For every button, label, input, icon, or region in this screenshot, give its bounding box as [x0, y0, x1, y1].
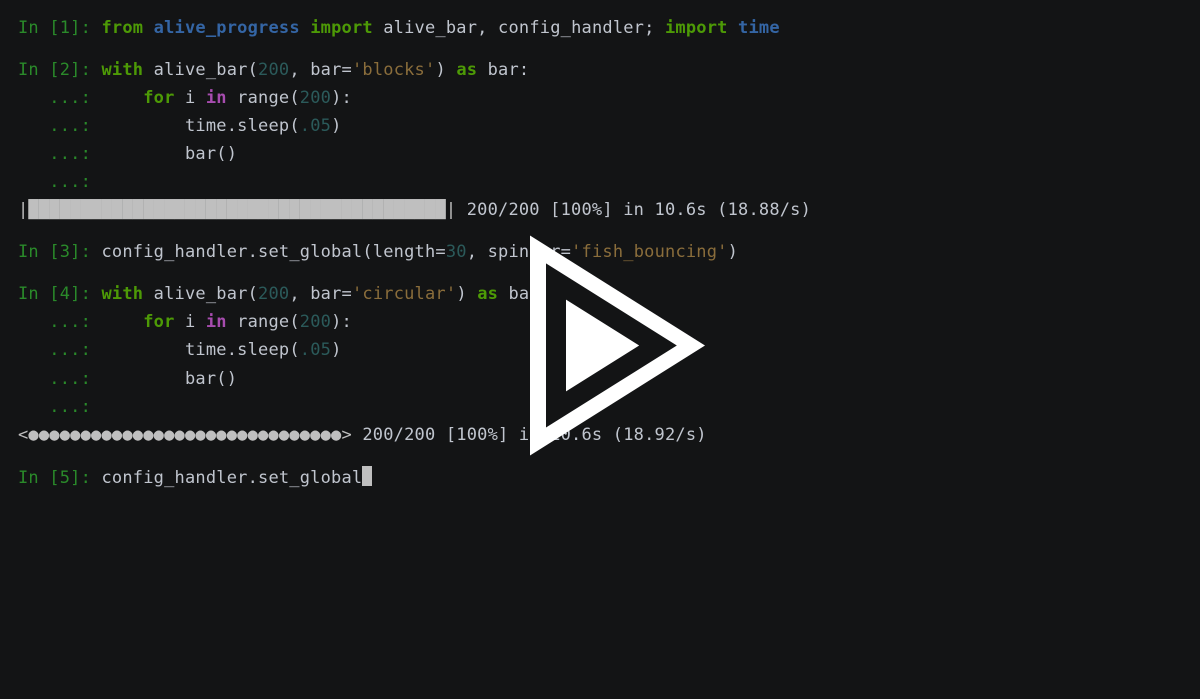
code-line: ...: time.sleep(.05) [18, 112, 1182, 140]
code-line: ...: [18, 168, 1182, 196]
progress-bar: |███████████████████████████████████████… [18, 200, 467, 220]
play-button[interactable] [470, 215, 730, 484]
cont-prompt: ...: [18, 88, 101, 108]
prompt: In [1]: [18, 18, 101, 38]
code-line: In [1]: from alive_progress import alive… [18, 14, 1182, 42]
code-line: In [2]: with alive_bar(200, bar='blocks'… [18, 56, 1182, 84]
keyword-with: with [101, 60, 143, 80]
import-items: alive_bar, config_handler; [373, 18, 665, 38]
keyword-from: from [101, 18, 143, 38]
progress-bar: <●●●●●●●●●●●●●●●●●●●●●●●●●●●●●●> [18, 425, 362, 445]
module: time [738, 18, 780, 38]
code-line: ...: for i in range(200): [18, 84, 1182, 112]
code-line: ...: bar() [18, 140, 1182, 168]
prompt: In [5]: [18, 468, 101, 488]
prompt: In [3]: [18, 242, 101, 262]
input-text: config_handler.set_global [101, 468, 362, 488]
prompt: In [4]: [18, 284, 101, 304]
prompt: In [2]: [18, 60, 101, 80]
terminal-cursor [362, 466, 372, 486]
keyword-import: import [310, 18, 373, 38]
keyword-import: import [665, 18, 728, 38]
play-icon [470, 215, 730, 475]
module: alive_progress [154, 18, 300, 38]
